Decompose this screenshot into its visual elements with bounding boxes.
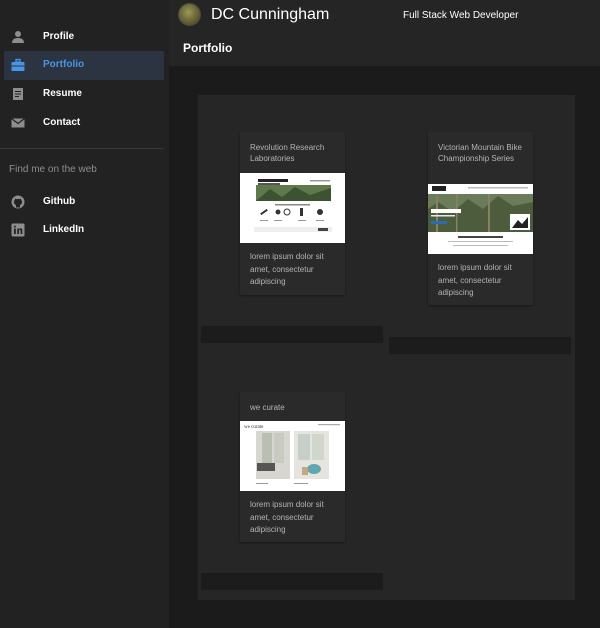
sidebar-item-profile[interactable]: Profile: [4, 23, 164, 52]
card-description: lorem ipsum dolor sit amet, consectetur …: [438, 263, 512, 297]
sidebar-item-linkedin[interactable]: LinkedIn: [4, 216, 164, 245]
sidebar: Profile Portfolio Resume Contact Find me…: [0, 0, 169, 628]
sidebar-item-label: Profile: [43, 31, 75, 42]
sidebar-item-github[interactable]: Github: [4, 188, 164, 217]
card-title: Victorian Mountain Bike Championship Ser…: [438, 143, 522, 163]
site-role: Full Stack Web Developer: [403, 10, 519, 21]
person-icon: [11, 30, 25, 44]
site-name[interactable]: DC Cunningham: [211, 6, 329, 24]
sidebar-item-label: Resume: [43, 88, 82, 99]
svg-text:we curate: we curate: [244, 425, 264, 430]
document-icon: [11, 87, 25, 101]
sidebar-item-portfolio[interactable]: Portfolio: [4, 51, 164, 80]
card-description: lorem ipsum dolor sit amet, consectetur …: [250, 252, 324, 286]
app-header: DC Cunningham Full Stack Web Developer P…: [169, 0, 600, 66]
card-title: we curate: [250, 403, 285, 412]
sidebar-item-resume[interactable]: Resume: [4, 80, 164, 109]
sidebar-item-label: LinkedIn: [43, 224, 85, 235]
card-description: lorem ipsum dolor sit amet, consectetur …: [250, 500, 324, 534]
card-footer-bar: [389, 337, 571, 354]
sidebar-item-label: Contact: [43, 117, 81, 128]
card-thumbnail[interactable]: we curate: [240, 421, 345, 491]
card-footer-bar: [201, 573, 383, 590]
portfolio-card-wecurate[interactable]: we curate we curate lorem ipsum dolor si…: [240, 392, 345, 542]
sidebar-item-label: Github: [43, 196, 76, 207]
mail-icon: [11, 116, 25, 130]
card-thumbnail[interactable]: [428, 184, 533, 254]
card-title: Revolution Research Laboratories: [250, 143, 325, 163]
social-subheader: Find me on the web: [9, 164, 97, 175]
avatar: [178, 3, 201, 26]
sidebar-item-label: Portfolio: [43, 59, 85, 70]
portfolio-card-revolution[interactable]: Revolution Research Laboratories lorem i…: [240, 132, 345, 295]
sidebar-divider: [0, 148, 164, 149]
sidebar-item-contact[interactable]: Contact: [4, 109, 164, 138]
portfolio-card-mtb[interactable]: Victorian Mountain Bike Championship Ser…: [428, 132, 533, 305]
linkedin-icon: [11, 223, 25, 237]
briefcase-icon: [11, 58, 25, 72]
card-footer-bar: [201, 326, 383, 343]
github-icon: [11, 195, 25, 209]
card-thumbnail[interactable]: [240, 173, 345, 243]
page-title: Portfolio: [183, 41, 233, 55]
